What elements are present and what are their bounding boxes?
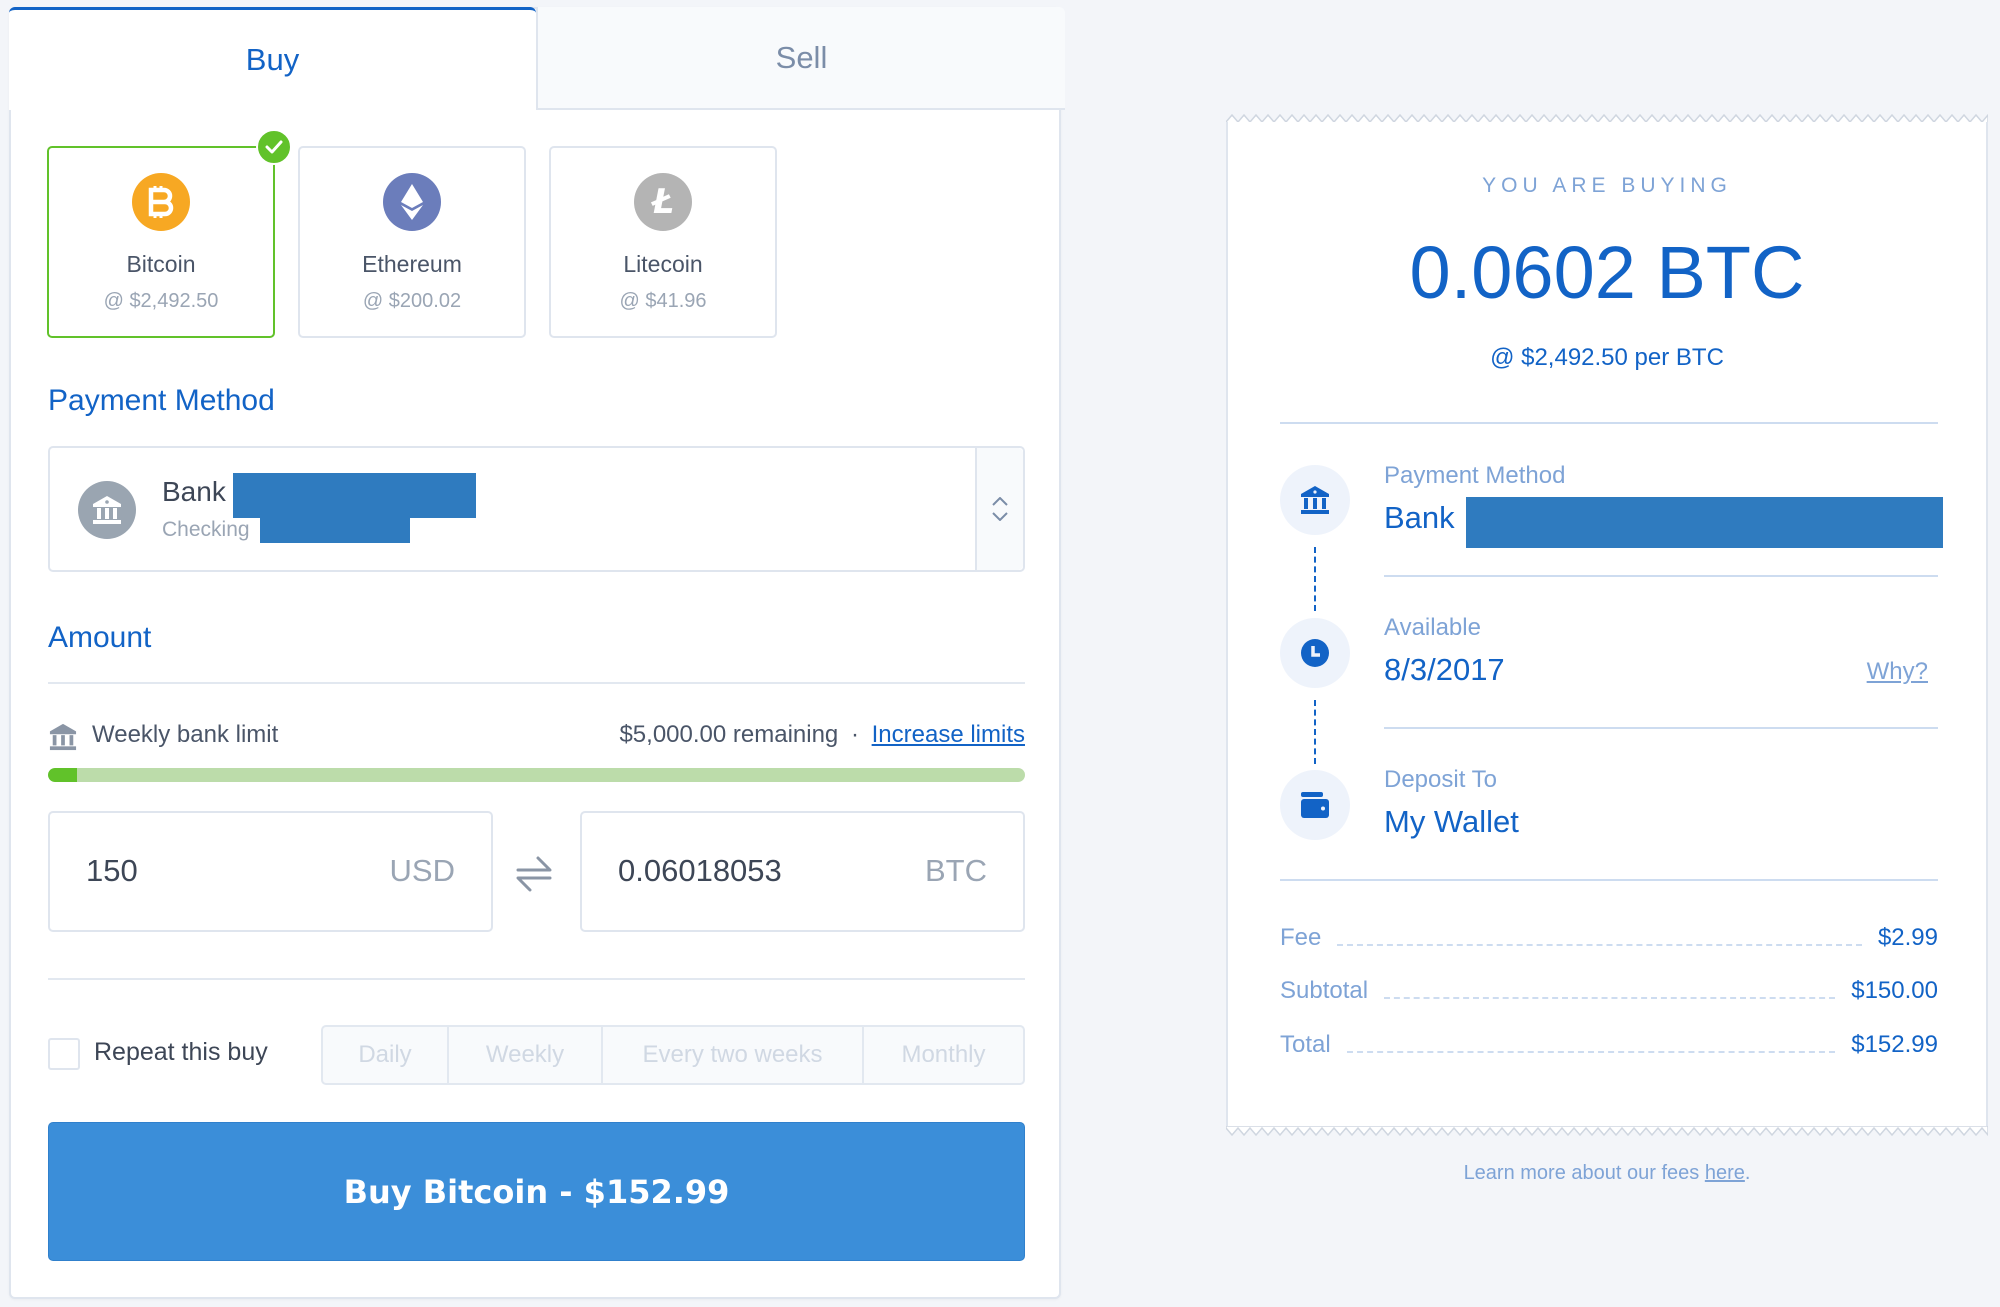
- repeat-frequency-group: Daily Weekly Every two weeks Monthly: [321, 1025, 1025, 1085]
- btc-currency-label: BTC: [925, 853, 987, 888]
- redacted-account-number: [260, 518, 410, 543]
- clock-icon: [1280, 618, 1350, 688]
- summary-deposit-value: My Wallet: [1384, 804, 1519, 839]
- coin-card-bitcoin[interactable]: Bitcoin @ $2,492.50: [47, 129, 292, 338]
- limit-remaining: $5,000.00 remaining: [619, 721, 839, 748]
- repeat-buy-checkbox[interactable]: [48, 1038, 80, 1070]
- coin-name: Ethereum: [362, 251, 462, 277]
- subtotal-value: $150.00: [1851, 977, 1938, 1004]
- coin-card-ethereum[interactable]: Ethereum @ $200.02: [298, 146, 526, 338]
- bank-icon: [78, 481, 136, 539]
- litecoin-glyph-icon: Ł: [651, 182, 675, 222]
- divider: [1280, 422, 1938, 424]
- timeline-connector: [1314, 547, 1316, 611]
- bitcoin-glyph-icon: [148, 186, 174, 218]
- buy-rate: @ $2,492.50 per BTC: [1490, 344, 1724, 371]
- coin-name: Litecoin: [623, 251, 703, 277]
- redacted-account-name: [233, 473, 476, 518]
- bank-icon: [1280, 465, 1350, 535]
- selected-check-icon: [256, 129, 292, 165]
- line-item-subtotal: Subtotal $150.00: [1280, 971, 1938, 1005]
- payment-method-select[interactable]: Bank Checking: [48, 446, 1025, 572]
- frequency-weekly[interactable]: Weekly: [449, 1027, 603, 1083]
- summary-available-label: Available: [1384, 614, 1481, 641]
- divider: [48, 682, 1025, 684]
- fee-value: $2.99: [1877, 924, 1938, 951]
- receipt-bottom-edge: [1226, 1126, 1988, 1136]
- payment-method-heading: Payment Method: [48, 384, 275, 417]
- subtotal-label: Subtotal: [1280, 977, 1369, 1004]
- tab-buy[interactable]: Buy: [9, 7, 536, 110]
- frequency-monthly[interactable]: Monthly: [864, 1027, 1023, 1083]
- bank-limit-icon: [49, 723, 77, 751]
- repeat-buy-label[interactable]: Repeat this buy: [94, 1038, 268, 1067]
- trade-card: Buy Sell Bitcoin @ $2,492.50 Ethereum @ …: [9, 7, 1065, 1299]
- summary-available-date: 8/3/2017: [1384, 652, 1505, 687]
- total-value: $152.99: [1851, 1031, 1938, 1058]
- line-item-total: Total $152.99: [1280, 1025, 1938, 1059]
- divider: [1384, 575, 1938, 577]
- usd-amount-input[interactable]: 150 USD: [48, 811, 493, 932]
- limit-info: $5,000.00 remaining · Increase limits: [619, 721, 1025, 749]
- payment-select-stepper[interactable]: [975, 448, 1023, 570]
- usd-amount-value: 150: [86, 853, 138, 888]
- summary-deposit-label: Deposit To: [1384, 766, 1497, 793]
- fees-footnote: Learn more about our fees here.: [1226, 1162, 1988, 1185]
- divider: [1280, 879, 1938, 881]
- dotted-leader: [1384, 997, 1836, 999]
- ethereum-glyph-icon: [401, 184, 423, 220]
- btc-amount-input[interactable]: 0.06018053 BTC: [580, 811, 1025, 932]
- increase-limits-link[interactable]: Increase limits: [872, 721, 1025, 748]
- limit-progress-bar: [48, 768, 1025, 782]
- order-summary-receipt: YOU ARE BUYING 0.0602 BTC @ $2,492.50 pe…: [1226, 122, 1988, 1128]
- litecoin-icon: Ł: [634, 173, 692, 231]
- ethereum-icon: [383, 173, 441, 231]
- btc-amount-value: 0.06018053: [618, 853, 782, 888]
- summary-payment-value: Bank: [1384, 500, 1455, 535]
- wallet-icon: [1280, 770, 1350, 840]
- weekly-limit-label: Weekly bank limit: [92, 721, 279, 748]
- amount-heading: Amount: [48, 621, 152, 654]
- redacted-bank-account: [1466, 497, 1943, 548]
- chevron-up-icon: [992, 497, 1008, 506]
- usd-currency-label: USD: [389, 853, 455, 888]
- coin-card-litecoin[interactable]: Ł Litecoin @ $41.96: [549, 146, 777, 338]
- you-are-buying-label: YOU ARE BUYING: [1482, 174, 1732, 197]
- coin-price: @ $41.96: [619, 290, 707, 312]
- fees-footnote-suffix: .: [1744, 1162, 1751, 1184]
- coin-name: Bitcoin: [126, 251, 196, 277]
- weekly-limit-row: Weekly bank limit $5,000.00 remaining · …: [48, 715, 1025, 755]
- bitcoin-icon: [132, 173, 190, 231]
- dotted-leader: [1337, 944, 1862, 946]
- limit-progress-fill: [48, 768, 78, 782]
- bank-name: Bank: [162, 476, 226, 507]
- summary-payment-label: Payment Method: [1384, 462, 1566, 489]
- repeat-buy-row: Repeat this buy Daily Weekly Every two w…: [48, 1016, 1025, 1085]
- divider: [48, 978, 1025, 980]
- frequency-every-two-weeks[interactable]: Every two weeks: [603, 1027, 864, 1083]
- separator: ·: [850, 721, 859, 748]
- tab-sell[interactable]: Sell: [536, 7, 1065, 110]
- chevron-down-icon: [992, 512, 1008, 521]
- buy-amount-btc: 0.0602 BTC: [1409, 231, 1805, 314]
- coin-price: @ $200.02: [362, 290, 462, 312]
- timeline-connector: [1314, 700, 1316, 764]
- swap-icon[interactable]: [516, 854, 552, 894]
- total-label: Total: [1280, 1031, 1331, 1058]
- coin-price: @ $2,492.50: [103, 290, 219, 312]
- divider: [1384, 727, 1938, 729]
- bank-account-type: Checking: [162, 518, 250, 541]
- why-link[interactable]: Why?: [1867, 658, 1928, 686]
- fees-here-link[interactable]: here: [1705, 1162, 1745, 1184]
- frequency-daily[interactable]: Daily: [323, 1027, 449, 1083]
- buy-bitcoin-button[interactable]: Buy Bitcoin - $152.99: [48, 1122, 1025, 1261]
- line-item-fee: Fee $2.99: [1280, 918, 1938, 952]
- fee-label: Fee: [1280, 924, 1322, 951]
- dotted-leader: [1346, 1051, 1836, 1053]
- fees-footnote-text: Learn more about our fees: [1463, 1162, 1705, 1184]
